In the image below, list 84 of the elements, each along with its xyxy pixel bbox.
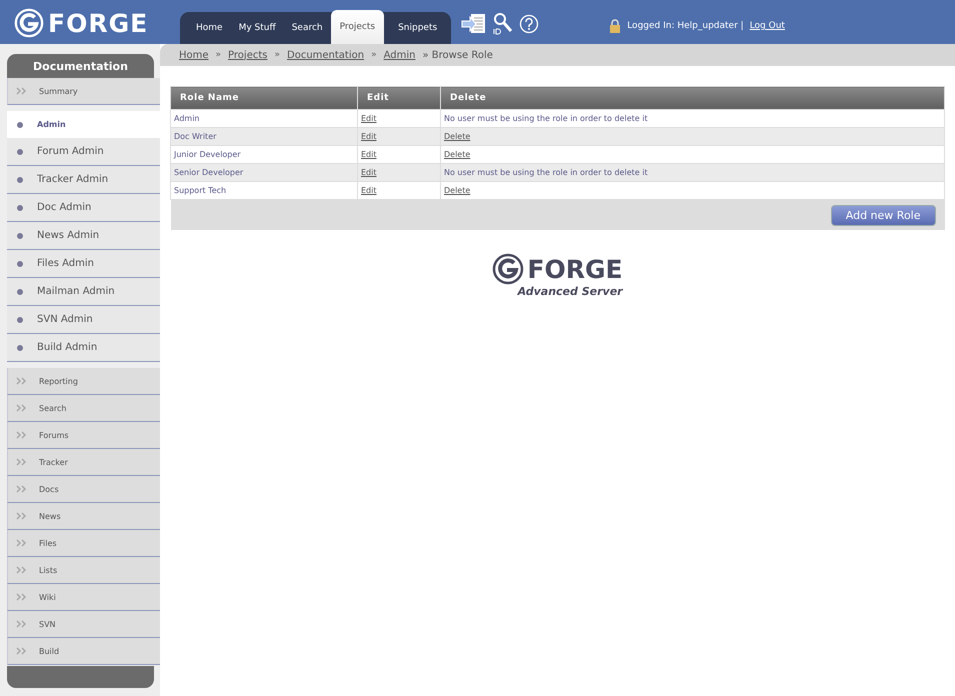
nav-tab[interactable]: Projects: [330, 10, 384, 44]
sidebar-item[interactable]: Tracker Admin: [7, 166, 160, 194]
chevron-icon: [16, 566, 27, 574]
bullet-icon: [17, 288, 23, 294]
sidebar-item[interactable]: SVN: [7, 611, 162, 638]
nav-tab[interactable]: Home: [188, 12, 231, 44]
table-cell: No user must be using the role in order to delete it: [444, 114, 648, 123]
delete-link[interactable]: Delete: [444, 132, 470, 141]
sidebar-item[interactable]: News Admin: [7, 222, 160, 250]
table-cell: Senior Developer: [170, 164, 358, 182]
lock-icon: [609, 19, 622, 33]
table-cell: No user must be using the role in order to delete it: [444, 168, 648, 177]
chevron-icon: [16, 485, 27, 493]
sidebar-item[interactable]: Admin: [7, 111, 160, 138]
chevron-icon: [16, 593, 27, 601]
chevron-icon: [16, 647, 27, 655]
delete-link[interactable]: Delete: [444, 186, 470, 195]
sidebar-item[interactable]: Reporting: [7, 368, 162, 395]
breadcrumb-link[interactable]: Admin: [384, 50, 416, 60]
import-icon[interactable]: [461, 13, 488, 35]
breadcrumb-separator: »: [216, 50, 222, 60]
bullet-icon: [17, 260, 23, 266]
edit-link[interactable]: Edit: [361, 186, 376, 195]
logo-icon: [14, 8, 44, 38]
edit-link[interactable]: Edit: [361, 150, 376, 159]
table-cell: Admin: [170, 110, 358, 128]
sidebar-item[interactable]: Forums: [7, 422, 162, 449]
sidebar-item[interactable]: Build: [7, 638, 162, 665]
sidebar-item[interactable]: Doc Admin: [7, 194, 160, 222]
sidebar-item[interactable]: News: [7, 503, 162, 530]
logo-tagline: Advanced Server: [516, 285, 623, 298]
chevron-icon: [16, 539, 27, 547]
edit-link[interactable]: Edit: [361, 132, 376, 141]
sidebar-item[interactable]: Mailman Admin: [7, 278, 160, 306]
bullet-icon: [17, 148, 23, 154]
bullet-icon: [17, 204, 23, 210]
breadcrumb-separator: »: [371, 50, 377, 60]
delete-link[interactable]: Delete: [444, 150, 470, 159]
breadcrumb-link[interactable]: Projects: [228, 50, 268, 60]
sidebar-item[interactable]: Files Admin: [7, 250, 160, 278]
nav-tab[interactable]: My Stuff: [230, 12, 284, 44]
logo-text: FORGE: [527, 256, 623, 282]
breadcrumb-link[interactable]: Home: [179, 50, 209, 60]
column-header: Role Name: [170, 86, 358, 110]
sidebar-item[interactable]: Forum Admin: [7, 138, 160, 166]
sidebar-title: Documentation: [7, 54, 154, 78]
breadcrumb-current: » Browse Role: [422, 50, 493, 60]
chevron-icon: [16, 87, 27, 95]
breadcrumb-link[interactable]: Documentation: [287, 50, 364, 60]
sidebar-item[interactable]: Wiki: [7, 584, 162, 611]
nav-tab[interactable]: Search: [284, 12, 331, 44]
sidebar-item[interactable]: Build Admin: [7, 334, 160, 362]
bullet-icon: [17, 316, 23, 322]
table-cell: Doc Writer: [170, 128, 358, 146]
chevron-icon: [16, 377, 27, 385]
sidebar-item[interactable]: Tracker: [7, 449, 162, 476]
nav-tab[interactable]: Snippets: [390, 12, 446, 44]
sidebar-item[interactable]: Lists: [7, 557, 162, 584]
breadcrumb-separator: »: [274, 50, 280, 60]
sidebar-item[interactable]: SVN Admin: [7, 306, 160, 334]
sidebar-item[interactable]: Summary: [7, 78, 162, 105]
help-icon[interactable]: [519, 14, 540, 34]
bullet-icon: [17, 232, 23, 238]
sidebar-item[interactable]: Search: [7, 395, 162, 422]
chevron-icon: [16, 458, 27, 466]
chevron-icon: [16, 512, 27, 520]
add-role-button[interactable]: Add new Role: [830, 204, 936, 226]
edit-link[interactable]: Edit: [361, 168, 376, 177]
bullet-icon: [17, 176, 23, 182]
chevron-icon: [16, 431, 27, 439]
logo-icon: [492, 253, 524, 285]
bullet-icon: [17, 122, 23, 128]
search-icon[interactable]: [493, 12, 514, 36]
logout-link[interactable]: Log Out: [750, 21, 785, 31]
sidebar-item[interactable]: Files: [7, 530, 162, 557]
sidebar-item[interactable]: Docs: [7, 476, 162, 503]
bullet-icon: [17, 344, 23, 350]
column-header: Delete: [440, 86, 944, 110]
edit-link[interactable]: Edit: [361, 114, 376, 123]
login-status: Logged In: Help_updater |: [627, 21, 744, 31]
column-header: Edit: [358, 86, 440, 110]
chevron-icon: [16, 620, 27, 628]
logo-text: FORGE: [48, 8, 148, 38]
chevron-icon: [16, 404, 27, 412]
